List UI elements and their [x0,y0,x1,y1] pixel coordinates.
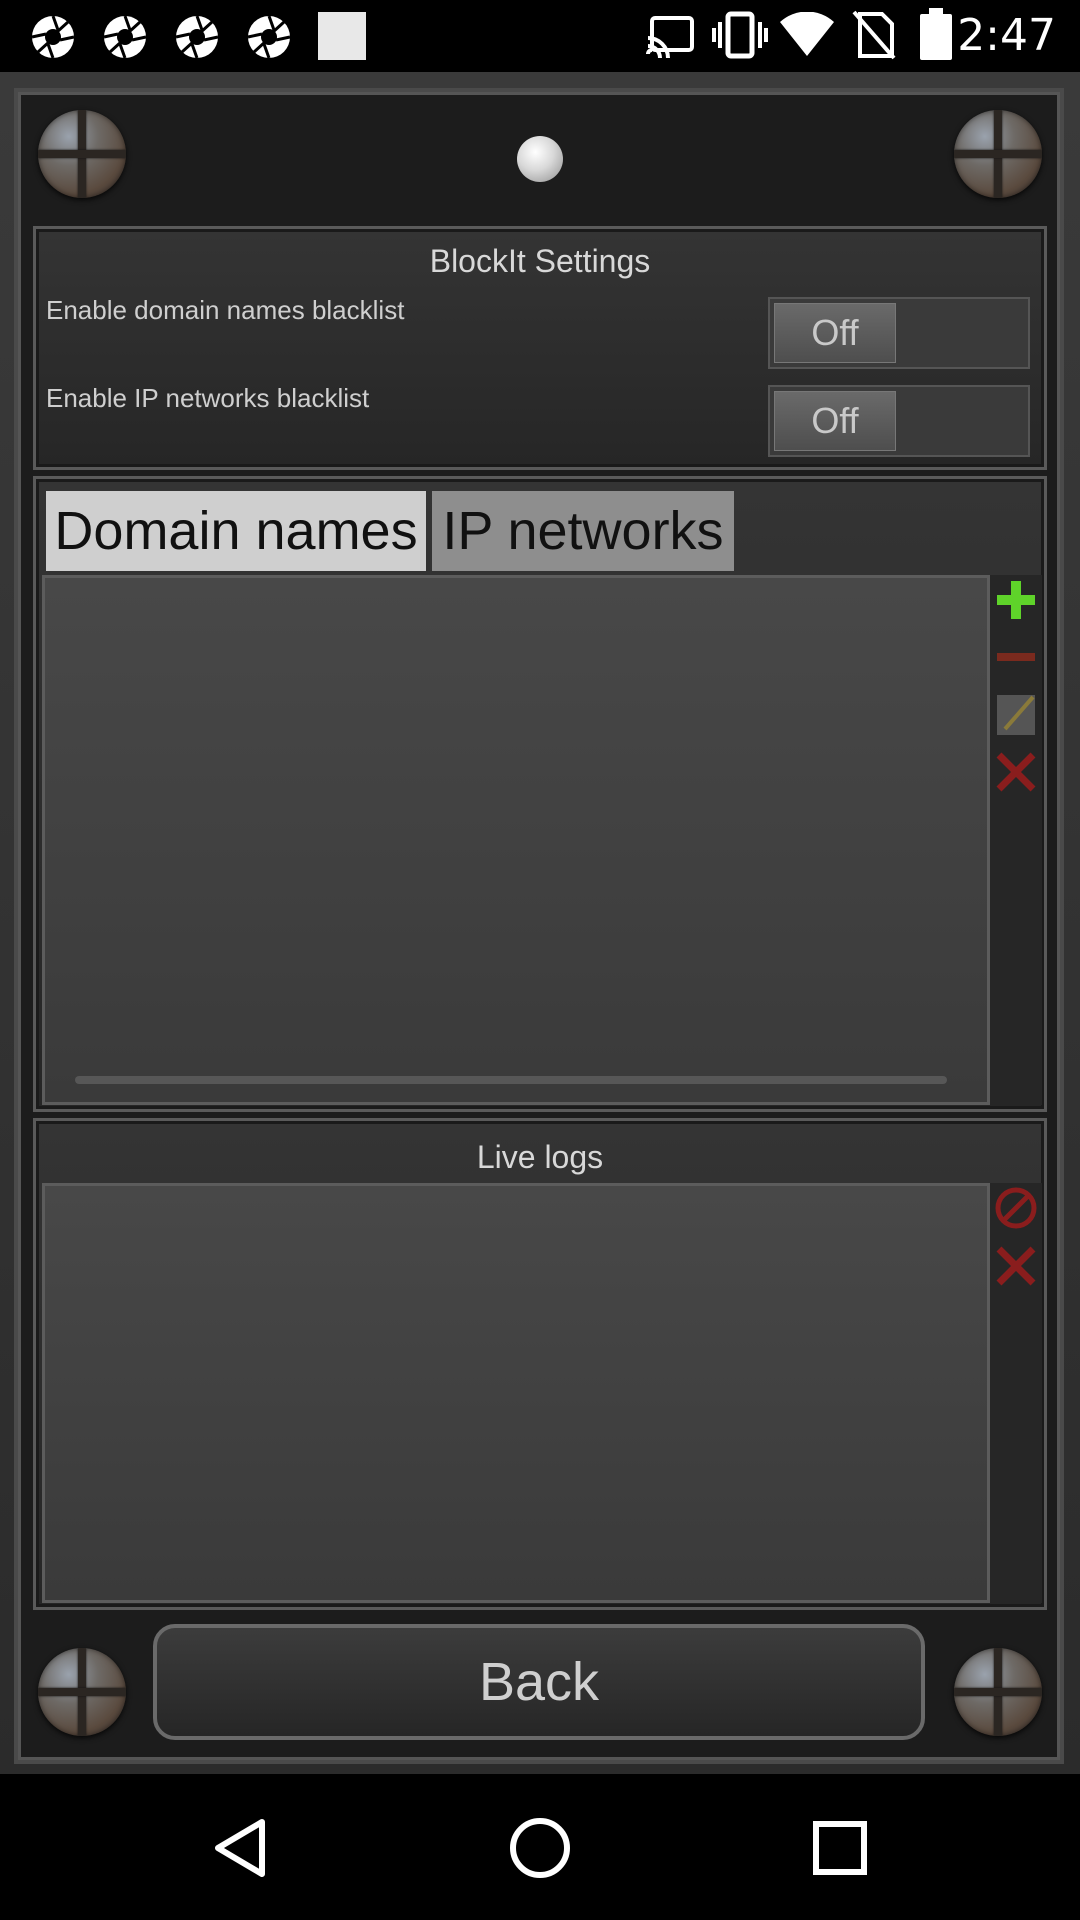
indicator-light-icon [517,136,563,182]
domain-blacklist-label: Enable domain names blacklist [46,295,405,325]
logs-title: Live logs [476,1139,604,1175]
logs-section: Live logs [33,1118,1047,1610]
screw-top-right-icon [954,110,1042,198]
settings-section: BlockIt Settings Enable domain names bla… [33,226,1047,470]
shutter-icon [103,15,147,59]
settings-title: BlockIt Settings [429,243,651,279]
clock: 2:47 [957,10,1056,61]
back-button[interactable]: Back [153,1624,925,1740]
add-icon[interactable] [993,577,1039,623]
ip-blacklist-toggle[interactable]: Off [768,385,1030,457]
delete-icon[interactable] [993,749,1039,795]
tab-ip-networks[interactable]: IP networks [432,491,734,571]
navigation-bar [0,1776,1080,1920]
logs-list[interactable] [42,1183,990,1603]
blacklist-list[interactable] [42,575,990,1105]
vibrate-icon [712,11,768,59]
back-nav-icon[interactable] [210,1816,274,1880]
home-nav-icon[interactable] [506,1814,574,1882]
no-sim-icon [852,10,896,60]
square-notification-icon [318,12,366,60]
blacklist-section: Domain names IP networks [33,476,1047,1112]
screw-top-left-icon [38,110,126,198]
shutter-icon [247,15,291,59]
ip-blacklist-label: Enable IP networks blacklist [46,383,370,413]
domain-blacklist-toggle[interactable]: Off [768,297,1030,369]
remove-icon[interactable] [993,635,1039,681]
domain-toggle-knob: Off [774,303,896,363]
wifi-icon [780,12,834,56]
recents-nav-icon[interactable] [810,1818,870,1878]
tab-domain-names[interactable]: Domain names [46,491,426,571]
shutter-icon [175,15,219,59]
edit-icon[interactable] [993,691,1039,737]
cast-icon [646,16,694,58]
ip-toggle-knob: Off [774,391,896,451]
screw-bottom-left-icon [38,1648,126,1736]
status-bar: 2:47 [0,0,1080,72]
block-icon[interactable] [993,1185,1039,1231]
clear-icon[interactable] [993,1243,1039,1289]
horizontal-scrollbar[interactable] [75,1076,947,1084]
battery-icon [920,8,952,60]
shutter-icon [31,15,75,59]
screw-bottom-right-icon [954,1648,1042,1736]
